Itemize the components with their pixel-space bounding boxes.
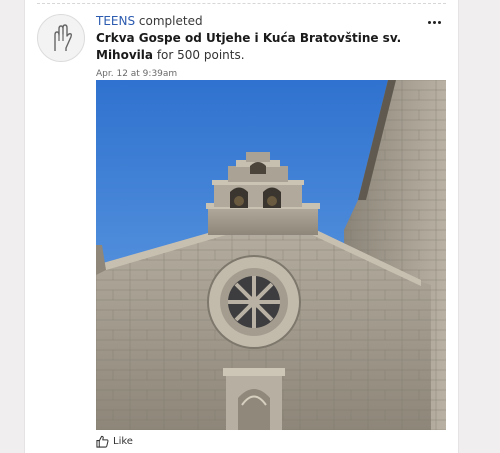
post-photo[interactable]	[96, 80, 446, 430]
divider	[37, 3, 446, 4]
like-button[interactable]: Like	[96, 435, 133, 448]
points-text: for 500 points.	[156, 48, 245, 62]
more-options-icon[interactable]	[424, 14, 444, 30]
post-header: TEENS completed Crkva Gospe od Utjehe i …	[96, 13, 426, 83]
church-photo-image	[96, 80, 446, 430]
like-label: Like	[113, 436, 133, 447]
raised-hand-icon	[54, 24, 73, 51]
thumbs-up-icon	[96, 435, 109, 448]
team-avatar[interactable]	[37, 14, 85, 62]
place-name: Crkva Gospe od Utjehe i Kuća Bratovštine…	[96, 31, 402, 62]
activity-verb: completed	[138, 14, 203, 28]
team-name-link[interactable]: TEENS	[96, 14, 135, 28]
activity-card: TEENS completed Crkva Gospe od Utjehe i …	[24, 0, 459, 453]
